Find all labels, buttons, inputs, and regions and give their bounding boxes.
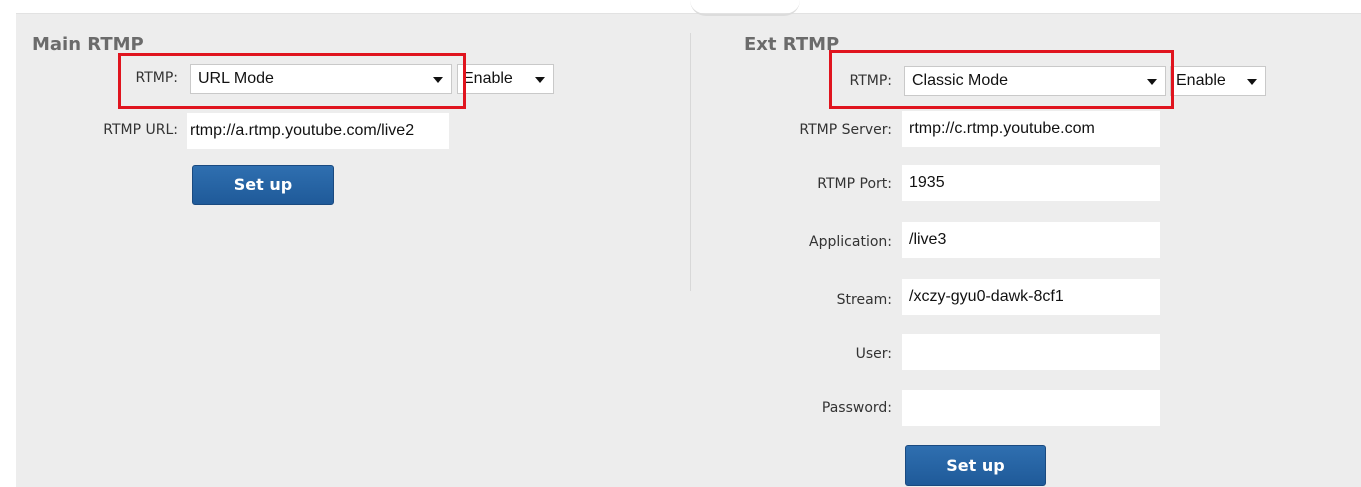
- main-enable-select[interactable]: Enable: [457, 64, 554, 94]
- ext-enable-select[interactable]: Enable: [1170, 66, 1266, 96]
- ext-application-label: Application:: [809, 234, 892, 250]
- ext-rtmp-port-input[interactable]: 1935: [902, 165, 1160, 201]
- ext-setup-button[interactable]: Set up: [905, 445, 1046, 486]
- ext-rtmp-server-label: RTMP Server:: [799, 122, 892, 138]
- ext-stream-label: Stream:: [836, 292, 892, 308]
- main-enable-value: Enable: [463, 70, 513, 87]
- ext-rtmp-server-input[interactable]: rtmp://c.rtmp.youtube.com: [902, 111, 1160, 147]
- main-setup-button[interactable]: Set up: [192, 165, 334, 205]
- watermark-mark: [690, 0, 800, 16]
- ext-user-input[interactable]: [902, 334, 1160, 370]
- ext-password-input[interactable]: [902, 390, 1160, 426]
- ext-rtmp-port-label: RTMP Port:: [817, 176, 892, 192]
- ext-application-input[interactable]: /live3: [902, 222, 1160, 258]
- column-divider: [690, 33, 691, 291]
- main-rtmp-title: Main RTMP: [32, 34, 144, 55]
- ext-mode-highlight-box: [829, 50, 1174, 109]
- ext-rtmp-title: Ext RTMP: [744, 34, 840, 55]
- chevron-down-icon: [535, 77, 545, 83]
- ext-password-label: Password:: [821, 400, 892, 416]
- main-rtmp-url-input[interactable]: rtmp://a.rtmp.youtube.com/live2: [187, 113, 449, 149]
- main-rtmp-url-label: RTMP URL:: [103, 122, 178, 138]
- ext-enable-value: Enable: [1176, 72, 1226, 89]
- ext-stream-input[interactable]: /xczy-gyu0-dawk-8cf1: [902, 279, 1160, 315]
- main-mode-highlight-box: [118, 53, 466, 109]
- chevron-down-icon: [1247, 79, 1257, 85]
- ext-user-label: User:: [855, 346, 892, 362]
